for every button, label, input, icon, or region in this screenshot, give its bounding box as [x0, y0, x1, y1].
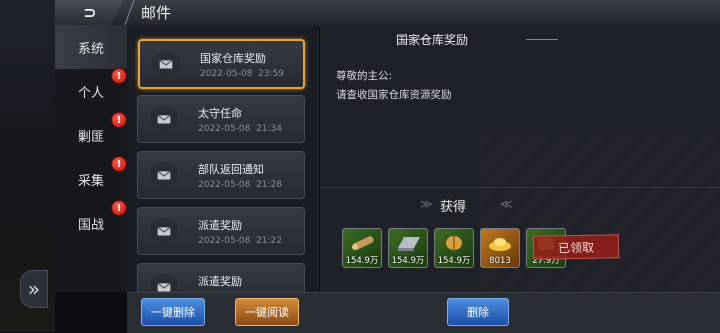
delete-button[interactable]: 删除: [447, 298, 509, 326]
back-button[interactable]: ⊃: [55, 0, 123, 25]
tab-label: 系统: [77, 41, 104, 57]
mail-title: 国家仓库奖励: [200, 52, 266, 65]
reward-item[interactable]: 154.9万: [342, 228, 382, 268]
alert-icon: !: [111, 68, 127, 84]
wing-ornament-right-icon: ≪: [500, 197, 513, 211]
mail-title: 派遣奖励: [198, 219, 242, 232]
mail-title: 部队返回通知: [198, 163, 264, 176]
bottom-toolbar: 一键删除 一键阅读 删除: [127, 292, 720, 333]
read-all-button[interactable]: 一键阅读: [235, 298, 299, 326]
category-tabs: 系统 个人 ! 剿匪 ! 采集 ! 国战 !: [55, 25, 128, 292]
title-ornament-right: [526, 39, 558, 40]
mail-body: 尊敬的主公: 请查收国家仓库资源奖励: [336, 67, 452, 105]
reward-quantity: 8013: [489, 256, 511, 266]
back-arrow-icon: ⊃: [83, 3, 96, 22]
tab-gathering[interactable]: 采集 !: [55, 156, 127, 201]
tab-label: 个人: [77, 85, 104, 101]
reward-item[interactable]: 154.9万: [434, 228, 474, 268]
expand-sidebar-button[interactable]: »: [20, 270, 48, 308]
reward-item[interactable]: 154.9万: [388, 228, 428, 268]
mail-date: 2022-05-08 21:22: [198, 236, 282, 246]
mail-date: 2022-05-08 21:34: [198, 124, 282, 134]
tab-label: 剿匪: [77, 129, 104, 145]
claimed-stamp: 已领取: [532, 234, 620, 260]
mail-greeting: 尊敬的主公:: [336, 70, 393, 82]
reward-quantity: 154.9万: [437, 256, 471, 266]
title-bar: ⊃ 邮件: [55, 0, 720, 26]
wing-ornament-left-icon: ≫: [420, 197, 433, 211]
mail-message: 请查收国家仓库资源奖励: [336, 89, 452, 101]
mail-item[interactable]: 派遣奖励 2022-05-08 21:22: [137, 207, 305, 255]
alert-icon: !: [111, 156, 127, 172]
wood-icon: [352, 236, 374, 250]
reward-quantity: 154.9万: [391, 256, 425, 266]
page-title: 邮件: [141, 4, 172, 22]
mail-title: 派遣奖励: [198, 275, 242, 288]
alert-icon: !: [111, 112, 127, 128]
mail-item[interactable]: 派遣奖励: [137, 263, 305, 292]
mail-envelope-icon: [150, 273, 178, 292]
rewards-label: 获得: [440, 200, 467, 215]
tab-personal[interactable]: 个人 !: [55, 68, 127, 113]
mail-date: 2022-05-08 21:28: [198, 180, 282, 190]
tab-system[interactable]: 系统: [55, 25, 127, 69]
mail-item[interactable]: 国家仓库奖励 2022-05-08 23:59: [138, 39, 305, 89]
rewards-divider: [320, 187, 720, 188]
mail-item[interactable]: 部队返回通知 2022-05-08 21:28: [137, 151, 305, 199]
delete-all-button[interactable]: 一键删除: [141, 298, 205, 326]
tab-national-war[interactable]: 国战 !: [55, 200, 127, 245]
background-art: [480, 135, 720, 292]
mail-date: 2022-05-08 23:59: [200, 69, 284, 79]
reward-item[interactable]: 8013: [480, 228, 520, 268]
double-chevron-right-icon: »: [27, 277, 41, 301]
alert-icon: !: [111, 200, 127, 216]
grain-icon: [446, 236, 462, 252]
mail-title: 太守任命: [198, 107, 242, 120]
mail-detail-title: 国家仓库奖励: [395, 33, 468, 47]
mail-envelope-icon: [150, 161, 178, 189]
mail-envelope-icon: [150, 217, 178, 245]
gold-ingot-icon: [489, 238, 511, 251]
tab-bandits[interactable]: 剿匪 !: [55, 112, 127, 157]
mail-envelope-icon: [150, 105, 178, 133]
mail-item[interactable]: 太守任命 2022-05-08 21:34: [137, 95, 305, 143]
iron-icon: [398, 237, 420, 251]
mail-list[interactable]: 国家仓库奖励 2022-05-08 23:59 太守任命 2022-05-08 …: [127, 25, 319, 292]
mail-detail-panel: 国家仓库奖励 尊敬的主公: 请查收国家仓库资源奖励 ≫ 获得 ≪ 154.9万 …: [320, 25, 720, 292]
tab-label: 采集: [77, 173, 104, 189]
tab-label: 国战: [77, 217, 104, 233]
reward-quantity: 154.9万: [345, 256, 379, 266]
mail-envelope-icon: [152, 50, 180, 78]
